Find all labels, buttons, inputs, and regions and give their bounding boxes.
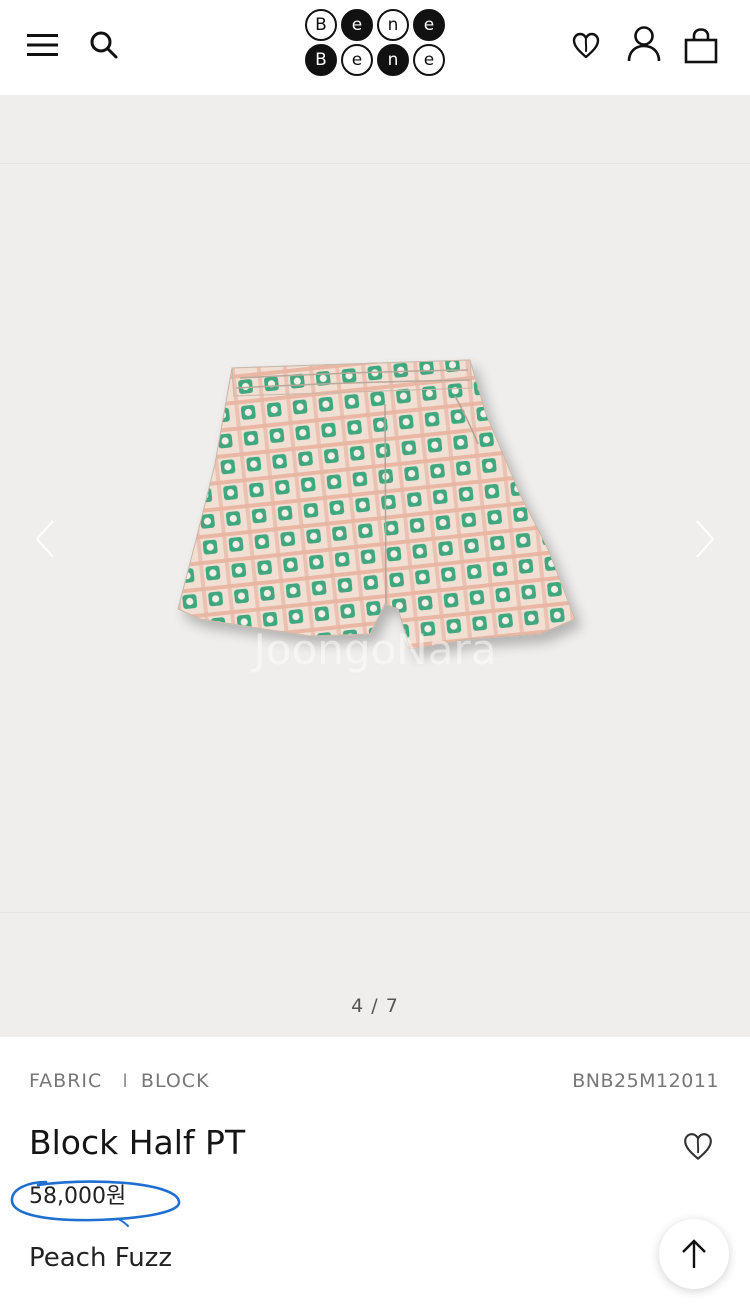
product-gallery[interactable]: JoongoNara 4 / 7 (0, 95, 750, 1037)
wishlist-button[interactable] (566, 26, 606, 66)
user-icon (627, 26, 661, 62)
product-title: Block Half PT (29, 1123, 246, 1162)
heart-icon (572, 32, 600, 59)
chevron-left-icon (35, 520, 54, 558)
logo-letter: e (341, 9, 373, 41)
arrow-up-icon (682, 1239, 706, 1268)
account-button[interactable] (622, 22, 666, 66)
previous-image-button[interactable] (30, 509, 60, 569)
menu-button[interactable] (22, 26, 64, 64)
watermark-text: JoongoNara (251, 625, 497, 674)
logo-row-top: B e n e (305, 9, 445, 41)
product-sku: BNB25M12011 (572, 1070, 719, 1092)
brand-logo[interactable]: B e n e B e n e (305, 9, 445, 77)
menu-icon (27, 34, 58, 56)
breadcrumb-item-fabric[interactable]: FABRIC (29, 1070, 102, 1092)
header: B e n e B e n e (0, 0, 750, 95)
image-counter: 4 / 7 (351, 995, 399, 1017)
search-icon (90, 31, 118, 59)
cart-button[interactable] (680, 24, 722, 68)
product-image[interactable]: JoongoNara (0, 163, 750, 913)
logo-letter: B (305, 44, 337, 76)
scroll-to-top-button[interactable] (659, 1219, 729, 1289)
logo-letter: n (377, 9, 409, 41)
product-info: FABRIC I BLOCK BNB25M12011 Block Half PT… (0, 1037, 750, 1310)
breadcrumb-separator: I (122, 1070, 129, 1092)
logo-letter: e (413, 44, 445, 76)
breadcrumb: FABRIC I BLOCK (29, 1070, 210, 1092)
logo-letter: n (377, 44, 409, 76)
chevron-right-icon (696, 520, 715, 558)
shopping-bag-icon (684, 28, 718, 64)
product-color: Peach Fuzz (29, 1243, 173, 1273)
search-button[interactable] (84, 26, 124, 64)
next-image-button[interactable] (690, 509, 720, 569)
breadcrumb-item-block[interactable]: BLOCK (141, 1070, 210, 1092)
heart-icon (684, 1133, 712, 1160)
product-wishlist-button[interactable] (680, 1129, 716, 1165)
logo-letter: e (341, 44, 373, 76)
shorts-illustration: JoongoNara (177, 359, 576, 674)
logo-letter: e (413, 9, 445, 41)
logo-row-bottom: B e n e (305, 44, 445, 76)
logo-letter: B (305, 9, 337, 41)
price-annotation-circle (10, 1180, 181, 1227)
